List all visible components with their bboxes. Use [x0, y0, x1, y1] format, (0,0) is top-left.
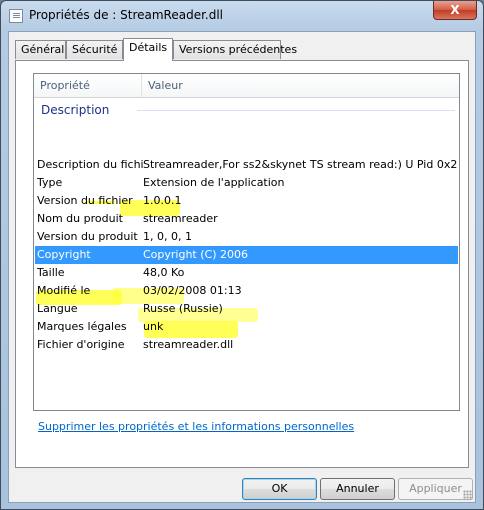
- column-header-property[interactable]: Propriété: [34, 74, 142, 97]
- list-row-type[interactable]: Type Extension de l'application: [35, 174, 458, 192]
- list-row-description-du-fichier[interactable]: Description du fichier Streamreader,For …: [35, 156, 458, 174]
- property-name: Langue: [37, 302, 78, 315]
- list-row-taille[interactable]: Taille 48,0 Ko: [35, 264, 458, 282]
- property-name: Copyright: [37, 248, 91, 261]
- property-name: Modifié le: [37, 284, 91, 297]
- ok-button[interactable]: OK: [242, 478, 317, 500]
- list-header: Propriété Valeur: [34, 74, 459, 98]
- title-bar[interactable]: Propriétés de : StreamReader.dll X: [1, 1, 483, 31]
- property-value: 48,0 Ko: [143, 266, 185, 279]
- apply-button[interactable]: Appliquer: [398, 478, 473, 500]
- list-row-langue[interactable]: Langue Russe (Russie): [35, 300, 458, 318]
- property-value: 03/02/2008 01:13: [143, 284, 242, 297]
- cancel-button[interactable]: Annuler: [320, 478, 395, 500]
- property-value: unk: [143, 320, 164, 333]
- property-name: Type: [37, 176, 63, 189]
- list-row-version-du-produit[interactable]: Version du produit 1, 0, 0, 1: [35, 228, 458, 246]
- property-value: streamreader.dll: [143, 338, 234, 351]
- column-header-value[interactable]: Valeur: [142, 74, 459, 97]
- property-name: Taille: [37, 266, 65, 279]
- property-value: Copyright (C) 2006: [143, 248, 248, 261]
- tab-versions-precedentes[interactable]: Versions précédentes: [173, 40, 297, 59]
- list-row-version-du-fichier[interactable]: Version du fichier 1.0.0.1: [35, 192, 458, 210]
- property-value: Extension de l'application: [143, 176, 285, 189]
- property-value: 1, 0, 0, 1: [143, 230, 192, 243]
- property-name: Fichier d'origine: [37, 338, 125, 351]
- property-value: Russe (Russie): [143, 302, 223, 315]
- dialog-client-area: Général Sécurité Détails Versions précéd…: [8, 31, 476, 503]
- remove-properties-link[interactable]: Supprimer les propriétés et les informat…: [38, 420, 354, 433]
- list-row-fichier-d-origine[interactable]: Fichier d'origine streamreader.dll: [35, 336, 458, 354]
- properties-window: Propriétés de : StreamReader.dll X Génér…: [0, 0, 484, 510]
- group-description: Description: [41, 102, 455, 118]
- close-button[interactable]: X: [433, 1, 477, 20]
- details-panel: Propriété Valeur Description Description…: [15, 60, 469, 468]
- properties-list[interactable]: Propriété Valeur Description Description…: [33, 73, 460, 411]
- list-row-copyright[interactable]: Copyright Copyright (C) 2006: [35, 246, 458, 264]
- tab-details[interactable]: Détails: [123, 38, 173, 61]
- resize-grip[interactable]: [463, 490, 473, 500]
- property-name: Version du fichier: [37, 194, 133, 207]
- window-title: Propriétés de : StreamReader.dll: [29, 8, 224, 22]
- property-name: Nom du produit: [37, 212, 123, 225]
- list-row-marques-legales[interactable]: Marques légales unk: [35, 318, 458, 336]
- tab-securite[interactable]: Sécurité: [66, 40, 123, 59]
- list-row-modifie-le[interactable]: Modifié le 03/02/2008 01:13: [35, 282, 458, 300]
- property-name: Version du produit: [37, 230, 138, 243]
- list-row-nom-du-produit[interactable]: Nom du produit streamreader: [35, 210, 458, 228]
- property-name: Marques légales: [37, 320, 127, 333]
- property-value: 1.0.0.1: [143, 194, 182, 207]
- group-label: Description: [41, 103, 110, 117]
- property-name: Description du fichier: [37, 158, 143, 171]
- tab-general[interactable]: Général: [15, 40, 66, 59]
- group-divider: [137, 110, 455, 111]
- property-value: Streamreader,For ss2&skynet TS stream re…: [143, 158, 458, 171]
- file-icon: [9, 9, 23, 23]
- property-value: streamreader: [143, 212, 218, 225]
